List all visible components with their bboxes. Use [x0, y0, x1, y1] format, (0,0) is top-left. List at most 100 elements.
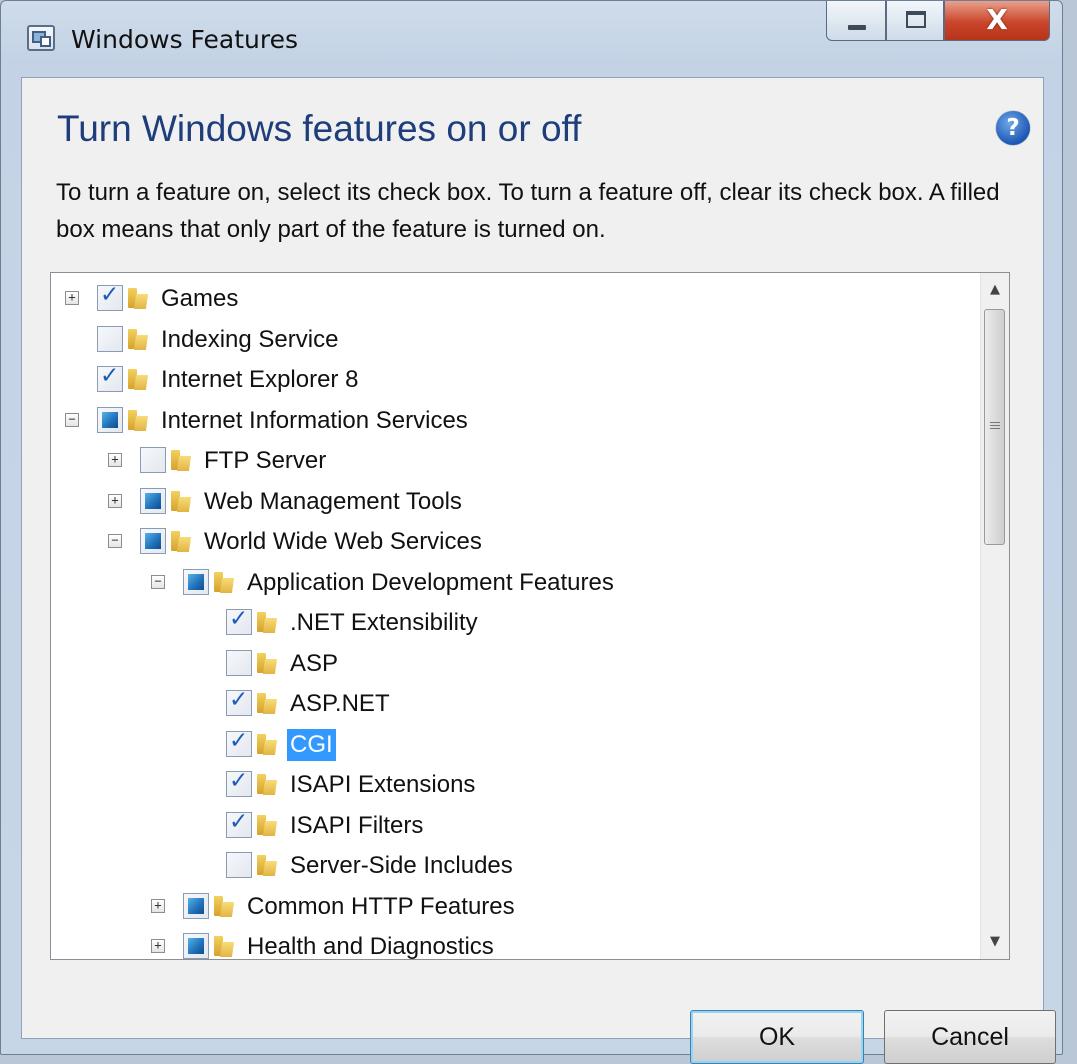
tree-item[interactable]: + Health and Diagnostics: [51, 927, 1009, 960]
maximize-button[interactable]: [886, 1, 944, 41]
dialog-description: To turn a feature on, select its check b…: [56, 179, 1000, 243]
folder-icon: [255, 650, 277, 676]
tree-item[interactable]: − World Wide Web Services: [51, 522, 1009, 562]
expand-icon[interactable]: +: [108, 493, 122, 508]
tree-item[interactable]: ✓ ASP.NET: [51, 684, 1009, 724]
collapse-icon[interactable]: −: [151, 574, 165, 589]
windows-features-icon: [27, 25, 55, 51]
feature-checkbox[interactable]: ✓: [97, 282, 123, 311]
grip-icon: [990, 422, 1000, 423]
title-bar[interactable]: Windows Features X: [1, 1, 1062, 77]
feature-checkbox[interactable]: [97, 406, 123, 433]
tree-item-label: World Wide Web Services: [204, 528, 482, 555]
tree-item[interactable]: ✓ .NET Extensibility: [51, 603, 1009, 643]
feature-checkbox[interactable]: [226, 649, 252, 676]
tree-item-label: Web Management Tools: [204, 487, 462, 515]
vertical-scrollbar[interactable]: ▲ ▼: [980, 273, 1009, 959]
feature-checkbox[interactable]: ✓: [97, 363, 123, 392]
folder-icon: [255, 609, 277, 635]
folder-icon: [126, 285, 148, 311]
tree-item[interactable]: Server-Side Includes: [51, 846, 1009, 886]
tree-item-label: .NET Extensibility: [290, 609, 478, 636]
folder-icon: [169, 528, 191, 554]
feature-checkbox[interactable]: ✓: [226, 727, 252, 757]
tree-item-label: Health and Diagnostics: [247, 933, 494, 960]
folder-icon: [212, 933, 234, 959]
expand-icon[interactable]: +: [151, 898, 165, 913]
tree-item-label: ASP.NET: [290, 690, 390, 717]
folder-icon: [126, 407, 148, 433]
tree-item-label: Application Development Features: [247, 568, 614, 596]
feature-checkbox[interactable]: ✓: [226, 606, 252, 635]
tree-item-label: Games: [161, 285, 239, 312]
tree-item[interactable]: − Application Development Features: [51, 563, 1009, 603]
tree-item-label: ISAPI Filters: [290, 811, 424, 839]
minimize-icon: [848, 25, 866, 30]
collapse-icon[interactable]: −: [108, 534, 122, 548]
minimize-button[interactable]: [826, 1, 886, 41]
feature-checkbox[interactable]: [183, 892, 209, 919]
checkmark-icon: ✓: [229, 768, 249, 794]
tree-item[interactable]: Indexing Service: [51, 320, 1009, 360]
feature-checkbox[interactable]: [183, 933, 209, 959]
scroll-down-arrow-icon[interactable]: ▼: [981, 927, 1009, 957]
window-title: Windows Features: [71, 25, 299, 54]
partial-fill-icon: [102, 411, 118, 428]
checkmark-icon: ✓: [100, 363, 120, 389]
tree-item-label: ASP: [290, 649, 339, 677]
folder-icon: [126, 366, 148, 392]
feature-checkbox[interactable]: ✓: [226, 808, 252, 838]
expand-icon[interactable]: +: [65, 291, 79, 305]
tree-item[interactable]: ✓ CGI: [51, 725, 1009, 765]
close-icon: X: [986, 3, 1008, 36]
ok-button[interactable]: OK: [690, 1010, 864, 1064]
tree-item[interactable]: + ✓ Games: [51, 279, 1009, 319]
expand-icon[interactable]: +: [151, 939, 165, 953]
partial-fill-icon: [188, 573, 204, 590]
feature-checkbox[interactable]: [97, 325, 123, 352]
tree-item[interactable]: ✓ ISAPI Extensions: [51, 765, 1009, 805]
cancel-button[interactable]: Cancel: [884, 1010, 1056, 1064]
folder-icon: [126, 326, 148, 352]
folder-icon: [255, 812, 277, 838]
tree-item[interactable]: ✓ Internet Explorer 8: [51, 360, 1009, 400]
help-icon[interactable]: ?: [996, 111, 1030, 145]
feature-checkbox[interactable]: [183, 568, 209, 595]
feature-checkbox[interactable]: ✓: [226, 768, 252, 797]
partial-fill-icon: [145, 533, 161, 549]
folder-icon: [255, 690, 277, 716]
features-tree[interactable]: + ✓ Games Indexing Service ✓ Internet Explore…: [50, 272, 1010, 960]
dialog-body: Turn Windows features on or off ? To tur…: [21, 77, 1056, 1064]
partial-fill-icon: [188, 938, 204, 954]
tree-item[interactable]: + FTP Server: [51, 441, 1009, 481]
checkmark-icon: ✓: [229, 808, 249, 835]
dialog-heading: Turn Windows features on or off: [57, 108, 582, 149]
tree-item-label: Internet Information Services: [161, 406, 468, 434]
tree-item[interactable]: + Common HTTP Features: [51, 887, 1009, 927]
folder-icon: [255, 771, 277, 797]
folder-icon: [169, 447, 191, 473]
checkmark-icon: ✓: [229, 727, 249, 754]
folder-icon: [255, 731, 277, 757]
tree-item[interactable]: + Web Management Tools: [51, 482, 1009, 522]
partial-fill-icon: [145, 492, 161, 509]
expand-icon[interactable]: +: [108, 453, 122, 467]
tree-item[interactable]: ASP: [51, 644, 1009, 684]
feature-checkbox[interactable]: [140, 447, 166, 473]
scroll-up-arrow-icon[interactable]: ▲: [981, 275, 1009, 305]
feature-checkbox[interactable]: [226, 852, 252, 878]
folder-icon: [212, 893, 234, 919]
tree-item-label: CGI: [287, 728, 336, 761]
tree-item[interactable]: ✓ ISAPI Filters: [51, 806, 1009, 846]
feature-checkbox[interactable]: ✓: [226, 687, 252, 716]
checkmark-icon: ✓: [229, 687, 249, 713]
close-button[interactable]: X: [944, 1, 1050, 41]
tree-item[interactable]: − Internet Information Services: [51, 401, 1009, 441]
tree-item-label: FTP Server: [204, 447, 327, 474]
scrollbar-thumb[interactable]: [984, 309, 1005, 545]
collapse-icon[interactable]: −: [65, 412, 79, 427]
feature-checkbox[interactable]: [140, 487, 166, 514]
tree-item-label: Common HTTP Features: [247, 892, 515, 920]
partial-fill-icon: [188, 897, 204, 914]
feature-checkbox[interactable]: [140, 528, 166, 554]
